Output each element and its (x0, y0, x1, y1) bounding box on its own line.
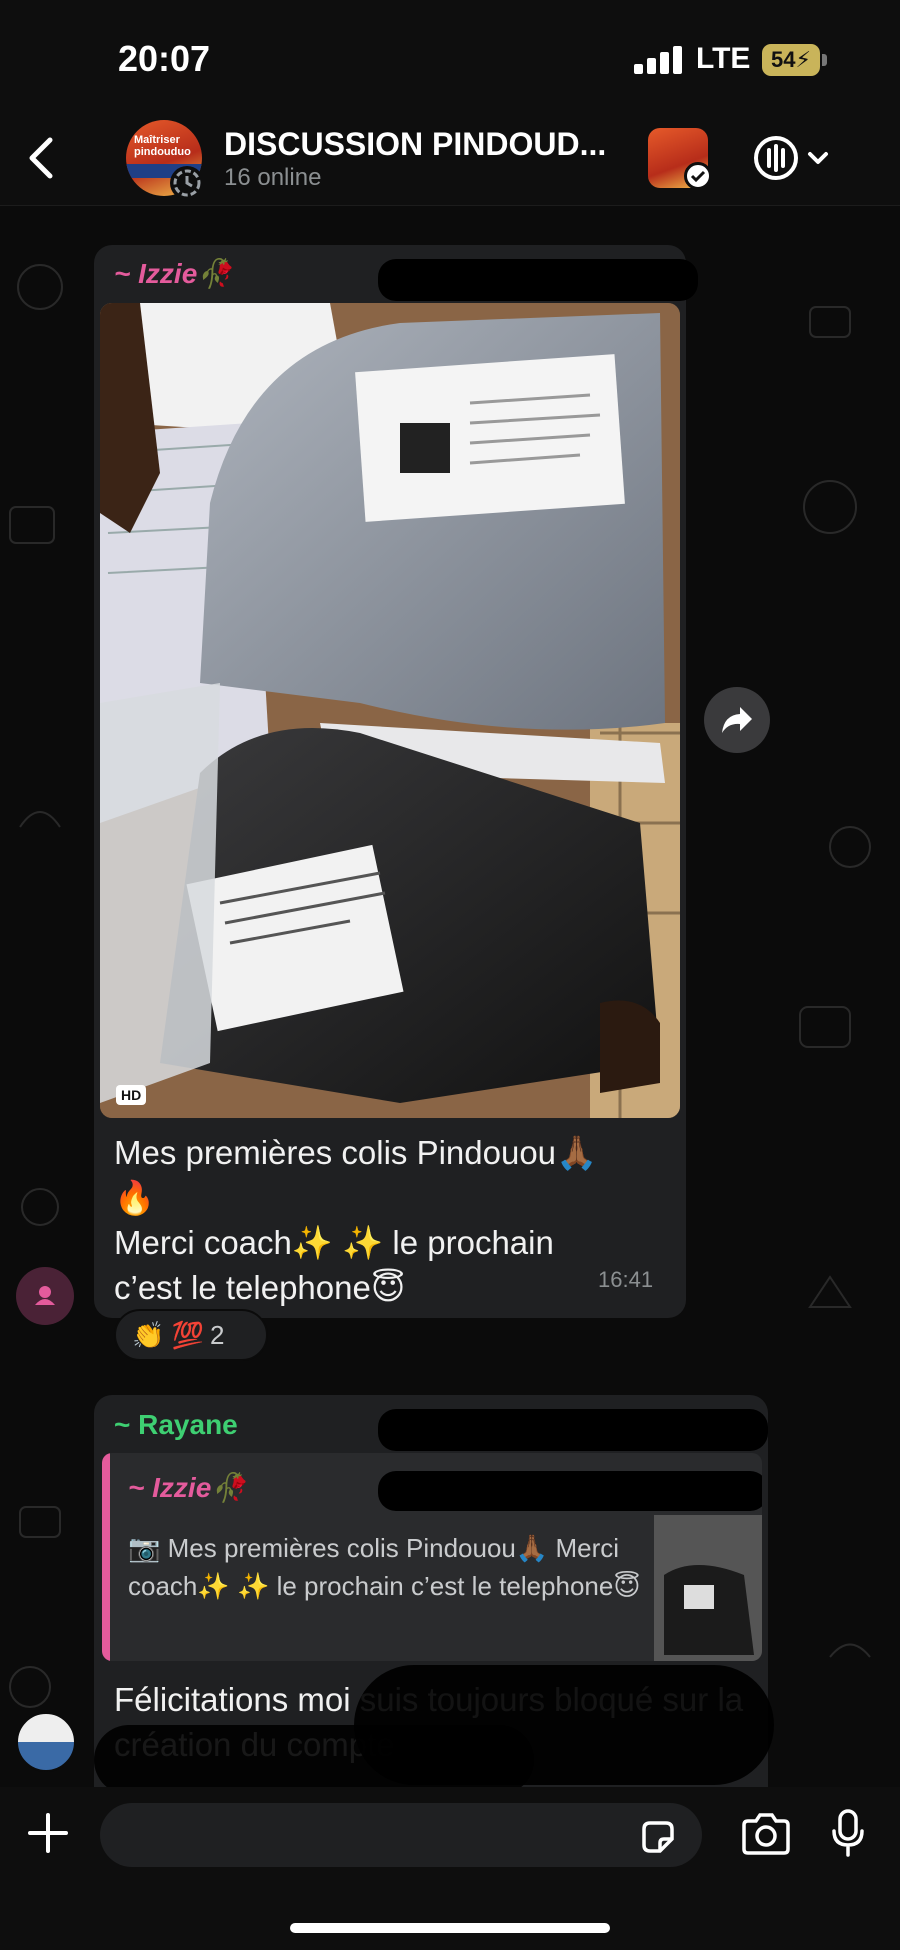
call-button[interactable] (750, 130, 840, 186)
person-icon (35, 1286, 55, 1305)
forward-button[interactable] (704, 687, 770, 753)
chat-header: Maîtriser pindouduo DISCUSSION PINDOUD..… (0, 110, 900, 206)
quote-thumbnail (654, 1515, 762, 1661)
status-ring-icon (170, 166, 204, 200)
message-sender[interactable]: ~ Izzie🥀 (114, 257, 232, 290)
caption-line: c’est le telephone😇 (114, 1269, 406, 1306)
quote-text: 📷 Mes premières colis Pindouou🙏🏾 Merci c… (128, 1533, 641, 1601)
quoted-message[interactable]: ~ Izzie🥀 📷 Mes premières colis Pindouou🙏… (102, 1453, 762, 1661)
message-time: 16:41 (598, 1267, 654, 1292)
message-photo[interactable] (100, 303, 680, 1118)
mic-icon (832, 1809, 864, 1857)
chat-title[interactable]: DISCUSSION PINDOUD... (224, 126, 606, 163)
package-photo (100, 303, 680, 1118)
network-type: LTE (696, 42, 751, 75)
sender-avatar[interactable] (16, 1267, 74, 1325)
quote-bar (102, 1453, 110, 1661)
mic-button[interactable] (830, 1807, 866, 1859)
forward-icon (722, 707, 752, 733)
redacted-phone (378, 1471, 762, 1511)
message-bubble[interactable]: ~ Izzie🥀 HD Mes premières colis Pindouou… (94, 245, 698, 1318)
battery-cap (822, 54, 827, 66)
battery-level: 54 (771, 47, 796, 72)
sticker-icon (642, 1821, 674, 1853)
redacted-blur (94, 1725, 534, 1787)
home-indicator (290, 1923, 610, 1933)
hd-badge: HD (116, 1085, 147, 1105)
sticker-button[interactable] (638, 1817, 678, 1857)
user-avatar[interactable] (16, 1712, 76, 1772)
call-icon (754, 136, 828, 180)
message-caption: Mes premières colis Pindouou🙏🏾 🔥 Merci c… (114, 1130, 674, 1310)
redacted-phone (378, 259, 698, 301)
camera-icon (742, 1813, 790, 1855)
camera-button[interactable] (740, 1811, 792, 1857)
chat-area[interactable]: ~ Izzie🥀 HD Mes premières colis Pindouou… (0, 207, 900, 1787)
reaction-count: 2 (209, 1320, 225, 1350)
attach-button[interactable] (26, 1811, 70, 1855)
reaction-emojis: 👏 💯 (132, 1320, 204, 1350)
plus-icon (28, 1813, 68, 1853)
caption-line: 🔥 (114, 1179, 156, 1216)
caption-line: Mes premières colis Pindouou🙏🏾 (114, 1134, 598, 1171)
input-bar (0, 1787, 900, 1950)
redacted-phone (378, 1409, 768, 1451)
reactions-pill[interactable]: 👏 💯 2 (114, 1309, 268, 1361)
message-input[interactable] (100, 1803, 702, 1867)
status-time: 20:07 (118, 38, 211, 79)
back-button[interactable] (22, 130, 62, 186)
check-badge-icon (684, 162, 712, 190)
battery-icon: 54⚡ (762, 44, 820, 76)
online-count: 16 online (224, 164, 322, 191)
message-bubble[interactable]: ~ Rayane ~ Izzie🥀 📷 Mes premières colis … (94, 1395, 774, 1787)
signal-icon (634, 46, 682, 74)
caption-line: Merci coach✨ ✨ le prochain (114, 1224, 554, 1261)
group-avatar-text: Maîtriser pindouduo (134, 134, 191, 158)
quote-sender: ~ Izzie🥀 (128, 1472, 247, 1503)
back-icon (29, 137, 53, 179)
status-bar: 20:07 LTE 54⚡ (0, 0, 900, 110)
message-sender[interactable]: ~ Rayane (114, 1409, 238, 1441)
